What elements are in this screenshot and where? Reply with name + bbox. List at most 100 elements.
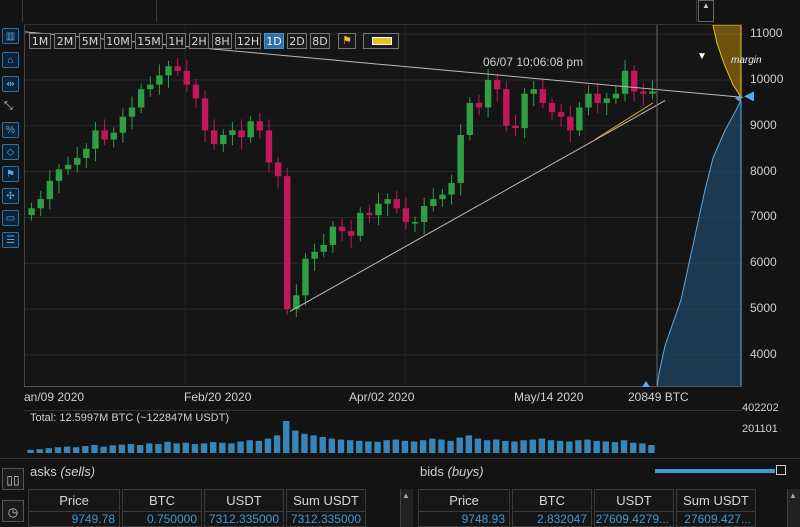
y-tick-label: 10000 bbox=[750, 71, 784, 86]
candle-body bbox=[183, 70, 190, 85]
candle-body bbox=[101, 130, 108, 140]
volume-axis-mid: 201101 bbox=[742, 423, 778, 435]
asks-heading: asks (sells) bbox=[30, 464, 96, 479]
drawing-toolbar: ▥ ⌂ ⇹ ⤡ % ◇ ⚑ ✣ ▭ ☰ bbox=[0, 24, 22, 410]
expand-icon[interactable]: ⤡ bbox=[4, 100, 13, 113]
volume-bar bbox=[502, 440, 509, 453]
ask-cell[interactable]: 7312.335000 bbox=[286, 511, 366, 527]
timeframe-10m[interactable]: 10M bbox=[104, 33, 132, 49]
timeframe-8d[interactable]: 8D bbox=[310, 33, 330, 49]
candle-body bbox=[137, 89, 145, 108]
ask-col-usdt[interactable]: USDT bbox=[204, 489, 284, 511]
candle-body bbox=[119, 116, 127, 133]
ask-col-btc[interactable]: BTC bbox=[122, 489, 202, 511]
ask-cell[interactable]: 7312.335000 bbox=[204, 511, 284, 527]
bid-col-price[interactable]: Price bbox=[418, 489, 510, 511]
candle-body bbox=[92, 130, 99, 149]
bid-cell[interactable]: 27609.4279... bbox=[594, 511, 674, 527]
hline-tool-icon[interactable]: ⇹ bbox=[2, 76, 19, 92]
volume-bar bbox=[91, 445, 98, 453]
candle-body bbox=[238, 130, 245, 138]
timeframe-2d[interactable]: 2D bbox=[287, 33, 307, 49]
candle-body bbox=[567, 116, 574, 131]
candle-body bbox=[64, 164, 72, 170]
volume-bar bbox=[328, 438, 336, 453]
timeframe-1m[interactable]: 1M bbox=[29, 33, 51, 49]
bid-col-sum-usdt[interactable]: Sum USDT bbox=[676, 489, 756, 511]
volume-bar bbox=[575, 440, 582, 453]
y-tick-label: 6000 bbox=[750, 255, 777, 270]
volume-bar bbox=[456, 437, 463, 453]
timeframe-8h[interactable]: 8H bbox=[212, 33, 232, 49]
home-tool-icon[interactable]: ⌂ bbox=[2, 52, 19, 68]
timeframe-12h[interactable]: 12H bbox=[235, 33, 261, 49]
ask-col-price[interactable]: Price bbox=[28, 489, 120, 511]
volume-bar bbox=[584, 439, 591, 453]
bid-cell[interactable]: 9748.93 bbox=[418, 511, 510, 527]
percent-tool-icon[interactable]: % bbox=[2, 122, 19, 138]
timeframe-2m[interactable]: 2M bbox=[54, 33, 76, 49]
scroll-up-icon[interactable]: ▲ bbox=[402, 491, 410, 500]
bid-col-usdt[interactable]: USDT bbox=[594, 489, 674, 511]
book-icon[interactable]: ▯▯ bbox=[2, 468, 24, 490]
flag-tool-icon[interactable]: ⚑ bbox=[2, 166, 19, 182]
slider-handle[interactable] bbox=[776, 465, 786, 475]
depth-slider[interactable] bbox=[655, 469, 775, 473]
volume-total: Total: 12.5997M BTC (~122847M USDT) bbox=[30, 412, 230, 424]
time-axis: an/09 2020 Feb/20 2020 Apr/02 2020 May/14 2… bbox=[24, 381, 742, 409]
diamond-tool-icon[interactable]: ◇ bbox=[2, 144, 19, 160]
bid-cell[interactable]: 2.832047 bbox=[512, 511, 592, 527]
volume-bar bbox=[429, 438, 436, 453]
price-chart[interactable]: ⚑ 06/07 10:06:08 pm ▼ margin 1M 2M 5M 10M 15… bbox=[24, 24, 762, 387]
asks-scrollbar[interactable]: ▲ bbox=[400, 489, 413, 527]
timeframe-1d[interactable]: 1D bbox=[264, 33, 284, 49]
volume-bar bbox=[237, 441, 244, 453]
history-icon[interactable]: ◷ bbox=[2, 500, 24, 522]
candle-body bbox=[420, 206, 428, 223]
volume-bar bbox=[118, 444, 126, 453]
volume-bar bbox=[164, 441, 171, 453]
candle-body bbox=[411, 222, 419, 224]
ask-cell[interactable]: 0.750000 bbox=[122, 511, 202, 527]
ask-col-sum-usdt[interactable]: Sum USDT bbox=[286, 489, 366, 511]
collapse-icon[interactable]: ▲ bbox=[698, 0, 714, 22]
volume-bar bbox=[337, 439, 345, 453]
candle-body bbox=[576, 107, 583, 131]
bids-scrollbar[interactable]: ▲ bbox=[787, 489, 800, 527]
notes-tool-icon[interactable]: ☰ bbox=[2, 232, 19, 248]
candle-body bbox=[201, 98, 209, 131]
volume-bar bbox=[310, 435, 317, 453]
bid-col-btc[interactable]: BTC bbox=[512, 489, 592, 511]
volume-bar bbox=[356, 440, 363, 453]
top-cell bbox=[22, 0, 157, 22]
timeframe-15m[interactable]: 15M bbox=[135, 33, 163, 49]
comment-tool-icon[interactable]: ▭ bbox=[2, 210, 19, 226]
volume-bar bbox=[100, 446, 107, 453]
timeframe-5m[interactable]: 5M bbox=[79, 33, 101, 49]
y-tick-label: 5000 bbox=[750, 301, 777, 316]
candle-body bbox=[466, 102, 474, 135]
volume-bar bbox=[529, 439, 536, 453]
y-tick-label: 9000 bbox=[750, 117, 777, 132]
candle-body bbox=[192, 84, 200, 99]
ask-cell[interactable]: 9749.78 bbox=[28, 511, 120, 527]
volume-bar bbox=[520, 440, 527, 453]
candles-tool-icon[interactable]: ▥ bbox=[2, 28, 19, 44]
scroll-up-icon[interactable]: ▲ bbox=[789, 491, 797, 500]
crosshair-tool-icon[interactable]: ✣ bbox=[2, 188, 19, 204]
volume-bar bbox=[593, 440, 600, 453]
bids-heading: bids (buys) bbox=[420, 464, 484, 479]
volume-bar bbox=[538, 438, 546, 453]
volume-bar bbox=[410, 441, 418, 453]
flag-icon[interactable]: ⚑ bbox=[338, 33, 356, 49]
volume-bar bbox=[45, 448, 53, 453]
candle-body bbox=[494, 79, 501, 90]
top-cell bbox=[0, 0, 23, 22]
bid-cell[interactable]: 27609.427... bbox=[676, 511, 756, 527]
timeframe-2h[interactable]: 2H bbox=[189, 33, 209, 49]
volume-bar bbox=[392, 439, 399, 453]
candle-body bbox=[320, 244, 327, 252]
pencil-icon[interactable] bbox=[363, 33, 399, 49]
volume-bar bbox=[219, 442, 226, 453]
timeframe-1h[interactable]: 1H bbox=[166, 33, 186, 49]
